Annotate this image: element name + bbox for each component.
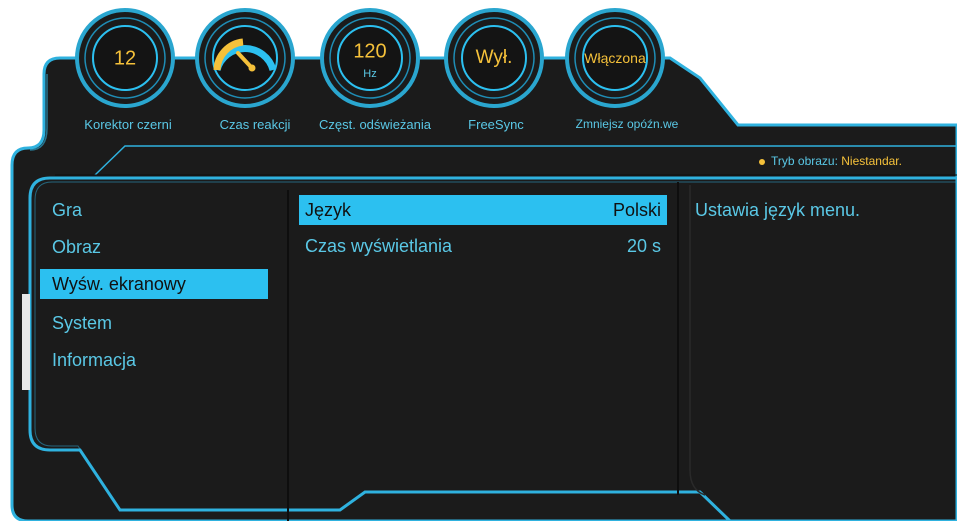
gauge-value-freesync[interactable]: Wył. [476, 47, 513, 69]
gauge-value-black-equalizer[interactable]: 12 [114, 48, 136, 71]
option-language[interactable]: Język Polski [299, 195, 667, 225]
option-language-label: Język [305, 200, 352, 220]
option-display-time[interactable]: Czas wyświetlania 20 s [299, 231, 667, 261]
gauge-unit-refresh-rate: Hz [363, 68, 377, 80]
status-dot [759, 159, 765, 165]
gauge-label-input-lag: Zmniejsz opóźn.we [575, 117, 679, 131]
option-display-time-label: Czas wyświetlania [305, 236, 453, 256]
gauge-label-freesync: FreeSync [468, 117, 524, 132]
gauge-label-response-time: Czas reakcji [219, 117, 291, 132]
menu-item-game[interactable]: Gra [40, 195, 268, 225]
gauge-label-refresh-rate: Częst. odświeżania [319, 117, 431, 132]
option-language-value: Polski [612, 200, 661, 220]
menu-item-picture[interactable]: Obraz [40, 232, 268, 262]
menu-item-system[interactable]: System [40, 308, 268, 338]
picture-mode-status: Tryb obrazu: Niestandar. [771, 154, 902, 168]
gauge-value-refresh-rate[interactable]: 120 [353, 41, 386, 64]
menu-item-osd[interactable]: Wyśw. ekranowy [40, 269, 268, 299]
menu-item-information[interactable]: Informacja [40, 345, 268, 375]
gauge-label-black-equalizer: Korektor czerni [84, 117, 172, 132]
gauge-value-input-lag[interactable]: Włączona [584, 50, 645, 66]
left-scroll-edge [22, 294, 30, 390]
help-description: Ustawia język menu. [695, 200, 861, 220]
picture-mode-value: Niestandar. [841, 154, 902, 168]
option-display-time-value: 20 s [626, 236, 661, 256]
picture-mode-label: Tryb obrazu: [771, 154, 838, 168]
